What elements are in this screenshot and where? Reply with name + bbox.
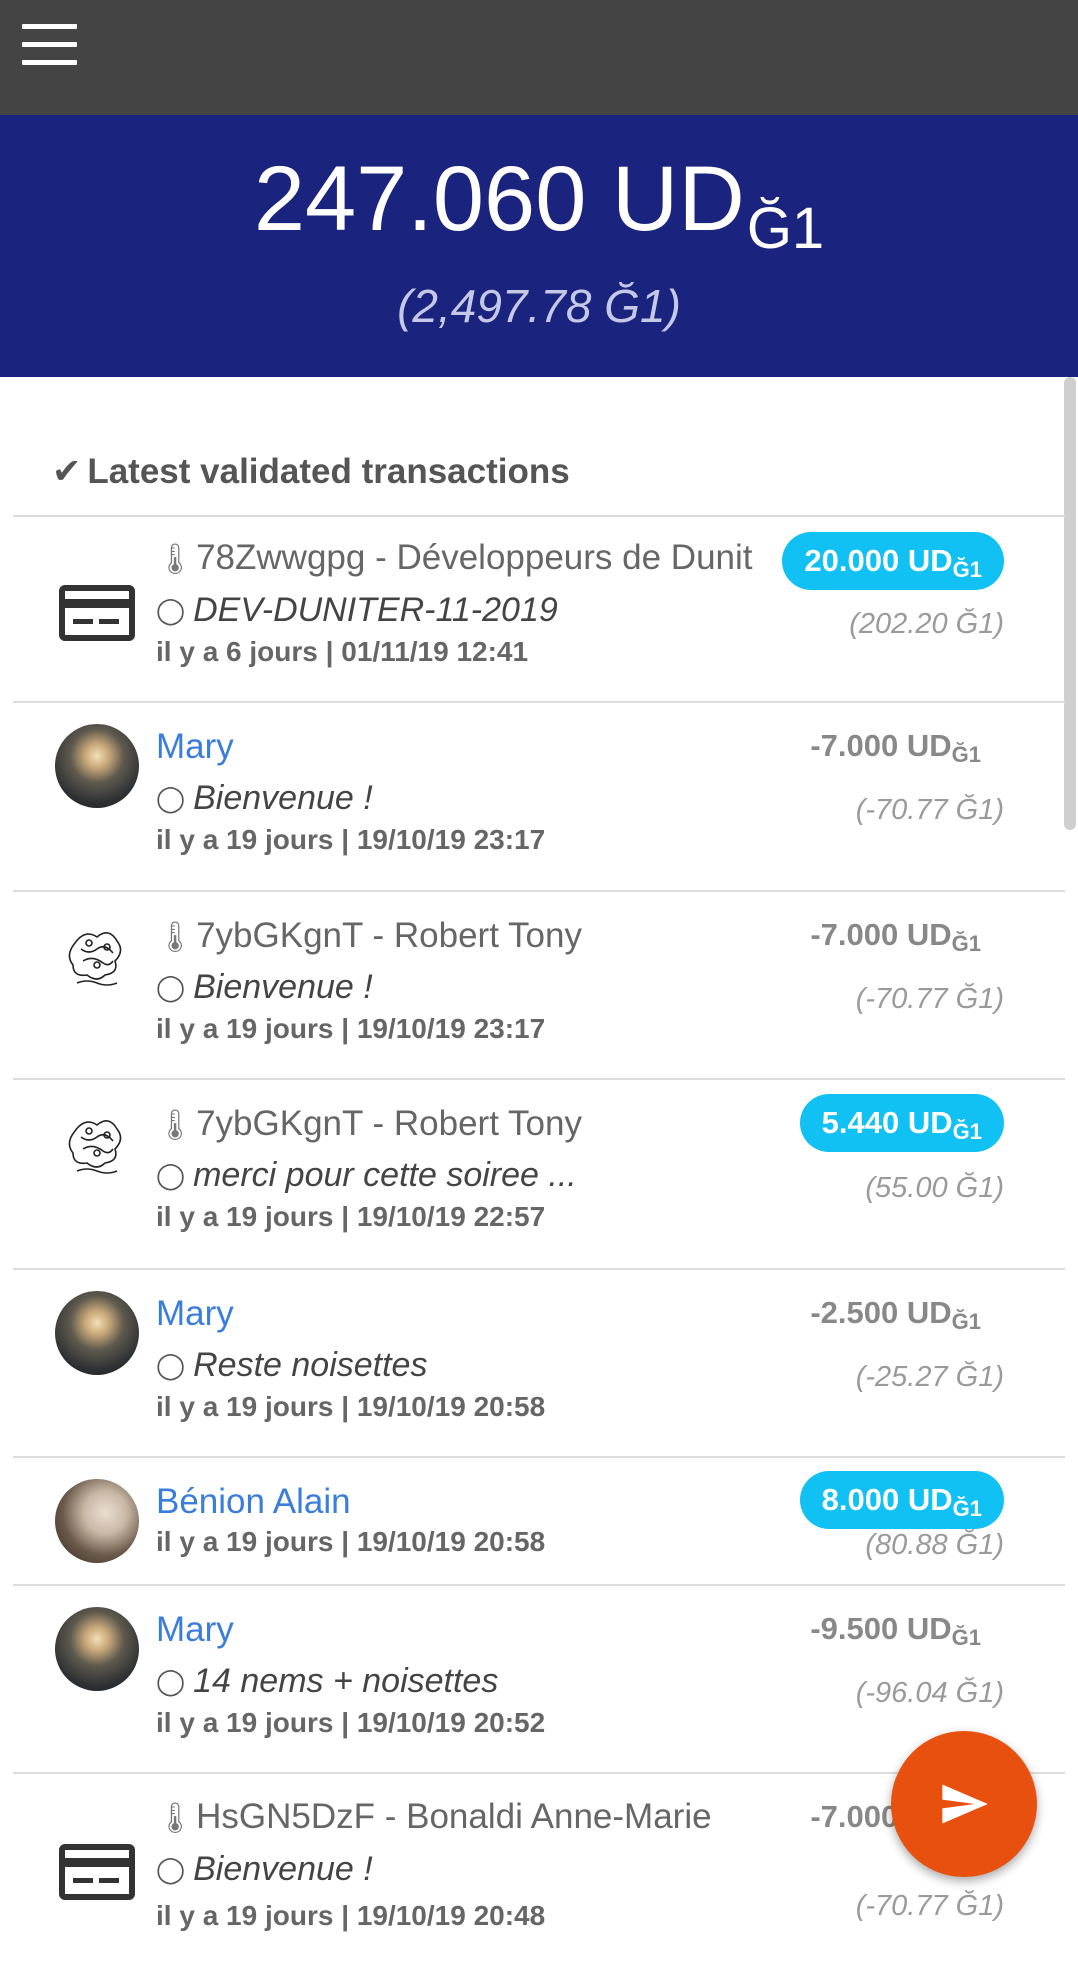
top-toolbar xyxy=(0,0,1078,115)
transaction-issuer[interactable]: Mary xyxy=(156,1612,234,1647)
transaction-issuer[interactable]: Mary xyxy=(156,729,234,764)
transactions-list: ✔ Latest validated transactions 🌡︎78Zwwgp… xyxy=(0,377,1078,1930)
card-icon xyxy=(59,585,135,641)
transaction-date: il y a 19 jours | 19/10/19 23:17 xyxy=(156,1013,546,1044)
avatar xyxy=(55,913,139,997)
amount-converted: (202.20 Ğ1) xyxy=(849,608,1004,640)
card-icon xyxy=(59,1844,135,1900)
transaction-row[interactable]: 🌡︎78Zwwgpg - Développeurs de Dunit ◯ DEV-… xyxy=(13,517,1065,703)
balance-converted: (2,497.78 Ğ1) xyxy=(397,280,681,332)
amount-converted: (80.88 Ğ1) xyxy=(865,1529,1004,1561)
transaction-row[interactable]: Mary ◯ 14 nems + noisettes il y a 19 jour… xyxy=(13,1588,1065,1774)
check-icon: ✔ xyxy=(52,452,82,491)
transaction-issuer[interactable]: 🌡︎7ybGKgnT - Robert Tony xyxy=(156,1106,582,1141)
avatar xyxy=(55,1479,139,1563)
amount-converted: (-96.04 Ğ1) xyxy=(855,1677,1004,1709)
amount-converted: (-70.77 Ğ1) xyxy=(855,983,1004,1015)
transaction-date: il y a 19 jours | 19/10/19 20:48 xyxy=(156,1900,546,1931)
transaction-row[interactable]: 🌡︎7ybGKgnT - Robert Tony ◯ merci pour cet… xyxy=(13,1082,1065,1270)
amount: -7.000 UDĞ1 xyxy=(810,728,981,767)
hamburger-menu-icon[interactable] xyxy=(22,24,77,66)
transaction-date: il y a 19 jours | 19/10/19 20:58 xyxy=(156,1526,546,1557)
transaction-comment: ◯ merci pour cette soiree ... xyxy=(156,1156,577,1194)
transaction-issuer[interactable]: Bénion Alain xyxy=(156,1484,351,1519)
transaction-comment: ◯ Reste noisettes xyxy=(156,1346,428,1384)
amount-badge: 8.000 UDĞ1 xyxy=(799,1471,1004,1529)
transaction-issuer[interactable]: Mary xyxy=(156,1296,234,1331)
transaction-comment: ◯ Bienvenue ! xyxy=(156,968,373,1006)
key-icon: 🌡︎ xyxy=(156,543,195,576)
transaction-comment: ◯ Bienvenue ! xyxy=(156,779,373,817)
comment-icon: ◯ xyxy=(156,595,186,625)
wallet-header: 247.060 UDĞ1 (2,497.78 Ğ1) xyxy=(0,115,1078,377)
transaction-row[interactable]: Mary ◯ Bienvenue ! il y a 19 jours | 19/1… xyxy=(13,705,1065,892)
key-icon: 🌡︎ xyxy=(156,921,195,954)
balance-main: 247.060 UD xyxy=(253,148,745,250)
avatar xyxy=(55,1101,139,1185)
transaction-row[interactable]: Mary ◯ Reste noisettes il y a 19 jours | … xyxy=(13,1272,1065,1458)
balance-amount: 247.060 UDĞ1 xyxy=(0,153,1078,258)
transaction-comment: ◯ Bienvenue ! xyxy=(156,1850,373,1888)
amount-converted: (-25.27 Ğ1) xyxy=(855,1361,1004,1393)
transaction-issuer[interactable]: 🌡︎HsGN5DzF - Bonaldi Anne-Marie xyxy=(156,1799,712,1834)
transaction-date: il y a 6 jours | 01/11/19 12:41 xyxy=(156,636,529,667)
comment-icon: ◯ xyxy=(156,1350,186,1380)
transaction-issuer[interactable]: 🌡︎78Zwwgpg - Développeurs de Dunit xyxy=(156,540,753,575)
comment-icon: ◯ xyxy=(156,1854,186,1884)
avatar xyxy=(55,1291,139,1375)
amount-badge: 20.000 UDĞ1 xyxy=(782,532,1004,590)
comment-icon: ◯ xyxy=(156,1160,186,1190)
transaction-row[interactable]: 🌡︎7ybGKgnT - Robert Tony ◯ Bienvenue ! il… xyxy=(13,894,1065,1080)
section-title: ✔ Latest validated transactions xyxy=(52,452,570,492)
amount: -7.000 UDĞ1 xyxy=(810,917,981,956)
transaction-date: il y a 19 jours | 19/10/19 22:57 xyxy=(156,1201,546,1232)
send-icon xyxy=(942,1784,988,1824)
transaction-date: il y a 19 jours | 19/10/19 20:58 xyxy=(156,1391,546,1422)
transaction-date: il y a 19 jours | 19/10/19 20:52 xyxy=(156,1707,546,1738)
transaction-date: il y a 19 jours | 19/10/19 23:17 xyxy=(156,824,546,855)
avatar xyxy=(55,1607,139,1691)
amount: -9.500 UDĞ1 xyxy=(810,1611,981,1650)
amount-converted: (-70.77 Ğ1) xyxy=(855,794,1004,826)
transaction-issuer[interactable]: 🌡︎7ybGKgnT - Robert Tony xyxy=(156,918,582,953)
transaction-row[interactable]: Bénion Alain il y a 19 jours | 19/10/19 … xyxy=(13,1460,1065,1586)
amount-badge: 5.440 UDĞ1 xyxy=(799,1094,1004,1152)
transaction-comment: ◯ 14 nems + noisettes xyxy=(156,1662,499,1700)
section-title-text: Latest validated transactions xyxy=(87,452,570,491)
key-icon: 🌡︎ xyxy=(156,1109,195,1142)
avatar xyxy=(55,724,139,808)
comment-icon: ◯ xyxy=(156,1666,186,1696)
amount: -2.500 UDĞ1 xyxy=(810,1295,981,1334)
comment-icon: ◯ xyxy=(156,783,186,813)
amount-converted: (55.00 Ğ1) xyxy=(865,1172,1004,1204)
transaction-comment: ◯ DEV-DUNITER-11-2019 xyxy=(156,591,558,629)
comment-icon: ◯ xyxy=(156,972,186,1002)
balance-unit: Ğ1 xyxy=(746,196,825,261)
amount-converted: (-70.77 Ğ1) xyxy=(855,1890,1004,1922)
send-button[interactable] xyxy=(891,1731,1037,1877)
key-icon: 🌡︎ xyxy=(156,1802,195,1835)
